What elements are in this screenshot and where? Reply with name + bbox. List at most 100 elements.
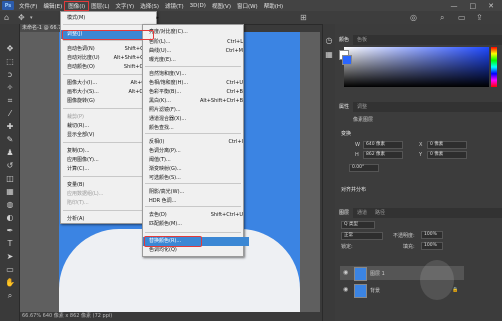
adjust-menu-item[interactable]: 色调均化(Q) (143, 246, 249, 255)
adjust-menu-item[interactable]: 去色(D) Shift+Ctrl+U (143, 211, 249, 220)
adjust-menu-item[interactable]: 照片滤镜(F)... (143, 106, 249, 115)
blend-mode-select[interactable]: 正常 (341, 232, 383, 240)
history-icon[interactable]: ◷ (324, 36, 334, 45)
opacity-field[interactable]: 100% (421, 231, 443, 239)
tab-swatches[interactable]: 色板 (353, 35, 371, 45)
menu-file[interactable]: 文件(F) (16, 2, 40, 10)
color-picker-field[interactable] (344, 47, 489, 87)
adjust-menu-item[interactable]: 亮度/对比度(C)... (143, 28, 249, 37)
fill-field[interactable]: 100% (421, 242, 443, 250)
maximize-button[interactable]: □ (470, 2, 477, 10)
menu-separator (63, 24, 154, 25)
image-menu-item-label: 分析(A) (67, 216, 85, 222)
history-brush-icon[interactable]: ↺ (5, 161, 15, 170)
home-icon[interactable]: ⌂ (4, 13, 9, 22)
type-tool-icon[interactable]: T (5, 239, 15, 248)
document-tab[interactable]: 未命名-1 @ 66.7%(图层 1, RGB/8) (20, 24, 62, 32)
adjust-menu-item[interactable]: 通道混合器(X)... (143, 115, 249, 124)
move-tool-icon[interactable]: ✥ (18, 13, 25, 22)
brush-tool-icon[interactable]: ✎ (5, 135, 15, 144)
gradient-tool-icon[interactable]: ▦ (5, 187, 15, 196)
camera-icon[interactable]: ◎ (410, 13, 417, 22)
tab-properties[interactable]: 属性 (335, 102, 354, 112)
menu-3d[interactable]: 3D(D) (187, 3, 209, 9)
adjust-menu-item[interactable]: 自然饱和度(V)... (143, 70, 249, 79)
adjust-menu-item[interactable]: 曲线(U)... Ctrl+M (143, 47, 249, 56)
search-icon[interactable]: ⌕ (440, 13, 444, 23)
y-field[interactable]: 0 像素 (427, 151, 467, 159)
adjust-menu-item[interactable]: 颜色查找... (143, 124, 249, 133)
magic-wand-icon[interactable]: ✧ (5, 83, 15, 92)
zoom-tool-icon[interactable]: ⌕ (5, 291, 15, 300)
menu-select[interactable]: 选择(S) (137, 2, 162, 10)
angle-field[interactable]: 0.00° (349, 164, 379, 172)
marquee-tool-icon[interactable]: ⬚ (5, 57, 15, 66)
menu-filter[interactable]: 滤镜(T) (162, 2, 187, 10)
tab-layers[interactable]: 图层 (335, 208, 354, 218)
eyedropper-icon[interactable]: ⁄ (5, 109, 15, 118)
menu-layer[interactable]: 图层(L) (88, 2, 112, 10)
layer-filter-select[interactable]: Q 类型 (341, 221, 375, 229)
eraser-tool-icon[interactable]: ◫ (5, 174, 15, 183)
eye-icon[interactable]: ◉ (343, 286, 348, 293)
menu-window[interactable]: 窗口(W) (234, 2, 261, 10)
adjust-menu-item[interactable]: HDR 色调... (143, 197, 249, 206)
menu-image[interactable]: 图像(I) (64, 0, 90, 11)
adjust-menu-item-label: 颜色查找... (149, 125, 174, 131)
rectangle-tool-icon[interactable]: ▭ (5, 265, 15, 274)
minimize-button[interactable]: — (451, 2, 458, 10)
height-field[interactable]: 862 像素 (363, 151, 403, 159)
pen-tool-icon[interactable]: ✒ (5, 226, 15, 235)
share-icon[interactable]: ⇪ (476, 13, 483, 22)
background-swatch[interactable] (342, 55, 352, 65)
hue-slider[interactable] (491, 47, 497, 87)
tab-channels[interactable]: 通道 (353, 208, 371, 218)
tab-paths[interactable]: 路径 (371, 208, 389, 218)
workspace-icon[interactable]: ▭ (458, 13, 466, 22)
adjust-menu-item[interactable]: 匹配颜色(M)... (143, 220, 249, 229)
adjust-menu-item[interactable]: 色阶(L)... Ctrl+L (143, 38, 249, 47)
menu-edit[interactable]: 编辑(E) (40, 2, 65, 10)
menu-view[interactable]: 视图(V) (209, 2, 234, 10)
menu-separator (63, 176, 154, 177)
blur-tool-icon[interactable]: ◍ (5, 200, 15, 209)
x-field[interactable]: 0 像素 (427, 141, 467, 149)
adjust-menu-item[interactable]: 黑白(K)... Alt+Shift+Ctrl+B (143, 97, 249, 106)
tab-adjustments[interactable]: 调整 (353, 102, 371, 112)
adjust-menu-item-shortcut: Ctrl+M (225, 48, 243, 54)
tab-color[interactable]: 颜色 (335, 35, 354, 45)
adjust-menu-item[interactable]: 色相/饱和度(H)... Ctrl+U (143, 79, 249, 88)
clone-stamp-icon[interactable]: ♟ (5, 148, 15, 157)
hand-tool-icon[interactable]: ✋ (5, 278, 15, 287)
image-menu-item-label: 裁剪(P) (67, 114, 84, 120)
adjust-menu-item[interactable]: 阈值(T)... (143, 156, 249, 165)
image-menu-item[interactable]: 模式(M) ▸ (61, 14, 162, 23)
tool-preset-chevron-icon[interactable]: ▾ (30, 15, 33, 21)
layer-thumbnail (354, 267, 367, 281)
path-select-icon[interactable]: ➤ (5, 252, 15, 261)
adjust-menu-item[interactable]: 可选颜色(S)... (143, 174, 249, 183)
eye-icon[interactable]: ◉ (343, 269, 348, 276)
layer-name[interactable]: 背景 (370, 287, 380, 294)
adjust-menu-item[interactable]: 阴影/高光(W)... (143, 188, 249, 197)
adjust-menu-item[interactable]: 渐变映射(G)... (143, 165, 249, 174)
swatches-icon[interactable]: ▦ (324, 50, 334, 59)
healing-brush-icon[interactable]: ✚ (5, 122, 15, 131)
width-field[interactable]: 640 像素 (363, 141, 403, 149)
adjust-menu-item[interactable]: 色调分离(P)... (143, 147, 249, 156)
menu-help[interactable]: 帮助(H) (261, 2, 286, 10)
adjust-menu-item[interactable]: 曝光度(E)... (143, 56, 249, 65)
crop-tool-icon[interactable]: ⌗ (5, 96, 15, 105)
properties-title: 像素图层 (353, 117, 374, 123)
move-tool-icon[interactable]: ✥ (5, 44, 15, 53)
dodge-tool-icon[interactable]: ◐ (5, 213, 15, 222)
photoshop-logo: Ps (2, 1, 14, 10)
adjust-menu-item-label: 通道混合器(X)... (149, 116, 187, 122)
menu-type[interactable]: 文字(Y) (113, 2, 138, 10)
adjust-menu-item[interactable]: 色彩平衡(B)... Ctrl+B (143, 88, 249, 97)
close-button[interactable]: ✕ (488, 2, 494, 10)
lasso-tool-icon[interactable]: ↄ (5, 70, 15, 79)
layer-name[interactable]: 图层 1 (370, 270, 385, 277)
align-icon[interactable]: ⊞ (300, 13, 307, 22)
adjust-menu-item[interactable]: 反相(I) Ctrl+I (143, 138, 249, 147)
